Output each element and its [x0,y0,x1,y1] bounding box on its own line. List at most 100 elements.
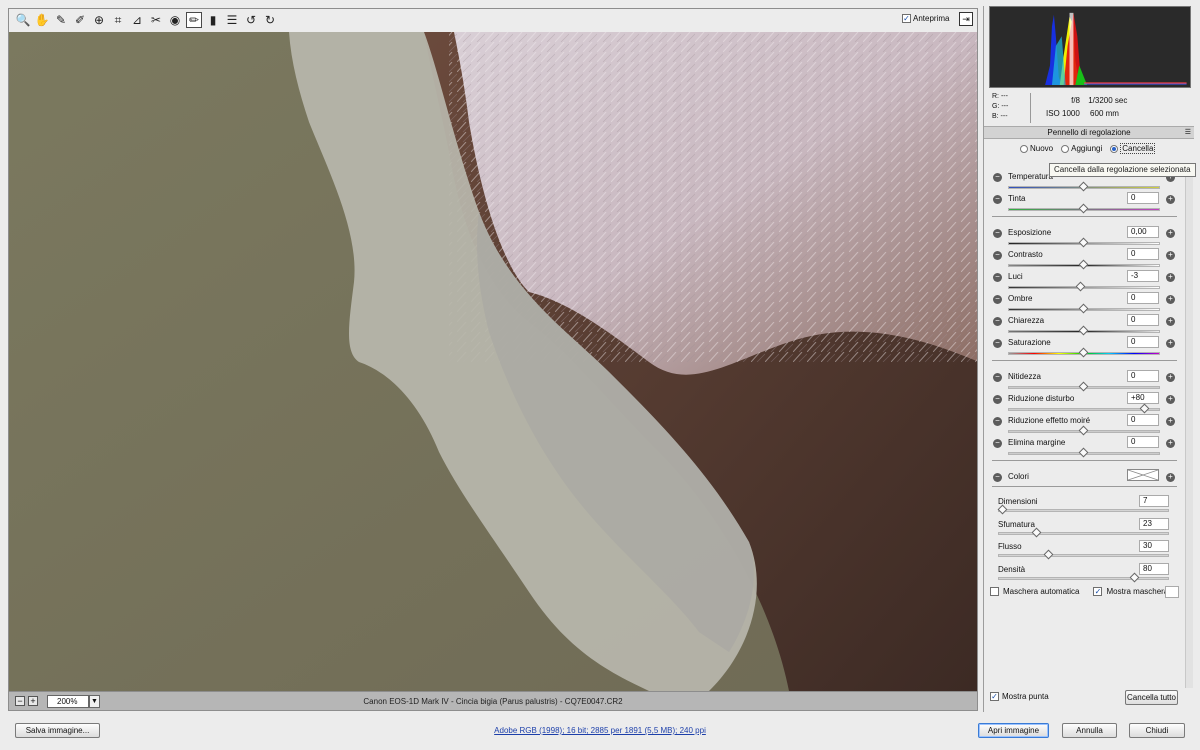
slider-thumb[interactable] [1078,381,1089,392]
mode-radio-aggiungi[interactable]: Aggiungi [1061,144,1102,153]
radio-dot[interactable] [1020,144,1028,153]
straighten-icon[interactable]: ⊿ [129,12,145,28]
decrease-icon[interactable]: − [993,173,1002,182]
image-preview[interactable] [8,32,978,691]
slider-value-field[interactable]: 0 [1127,292,1159,304]
graduated-filter-icon[interactable]: ▮ [205,12,221,28]
list-icon[interactable]: ☰ [224,12,240,28]
slider-thumb[interactable] [1031,527,1042,537]
slider-thumb[interactable] [1078,347,1089,358]
slider-track[interactable] [1008,408,1160,411]
increase-icon[interactable]: + [1166,273,1175,282]
slider-value-field[interactable]: -3 [1127,270,1159,282]
slider-thumb[interactable] [1078,237,1089,248]
mask-color-swatch[interactable] [1165,586,1179,598]
panel-menu-icon[interactable]: ☰ [1185,127,1191,138]
decrease-icon[interactable]: − [993,295,1002,304]
radio-dot[interactable] [1110,144,1119,153]
eyedropper-icon[interactable]: ✎ [53,12,69,28]
increase-icon[interactable]: + [1166,395,1175,404]
slider-track[interactable] [998,576,1169,580]
slider-track[interactable] [998,554,1169,557]
preview-checkbox-box[interactable]: ✓ [902,14,911,23]
decrease-icon[interactable]: − [993,473,1002,482]
red-eye-icon[interactable]: ◉ [167,12,183,28]
slider-thumb[interactable] [1075,281,1086,292]
slider-value-field[interactable]: 0 [1127,414,1159,426]
slider-value-field[interactable]: 0 [1127,336,1159,348]
slider-value-field[interactable]: 0 [1127,192,1159,204]
slider-value-field[interactable]: 0 [1127,370,1159,382]
increase-icon[interactable]: + [1166,317,1175,326]
auto-mask-checkbox[interactable] [990,587,999,596]
slider-thumb[interactable] [1078,425,1089,436]
slider-thumb[interactable] [997,504,1008,515]
slider-thumb[interactable] [1078,303,1089,314]
slider-thumb[interactable] [1078,325,1089,336]
radio-dot[interactable] [1061,144,1070,153]
color-sampler-icon[interactable]: ✐ [72,12,88,28]
panel-scrollbar[interactable] [1185,168,1193,688]
color-swatch[interactable] [1127,469,1159,481]
increase-icon[interactable]: + [1166,339,1175,348]
brush-value-field[interactable]: 23 [1139,517,1169,530]
spot-removal-icon[interactable]: ✂ [148,12,164,28]
rgb-readout: R: --- G: --- B: --- [992,92,1008,122]
slider-value-field[interactable]: +80 [1127,392,1159,404]
slider-value-field[interactable]: 0,00 [1127,226,1159,238]
slider-value-field[interactable]: 0 [1127,436,1159,448]
hand-icon[interactable]: ✋ [34,12,50,28]
slider-thumb[interactable] [1078,259,1089,270]
increase-icon[interactable]: + [1166,373,1175,382]
open-image-button[interactable]: Apri immagine [978,723,1049,738]
brush-value-field[interactable]: 80 [1139,562,1169,575]
slider-thumb[interactable] [1139,403,1150,414]
decrease-icon[interactable]: − [993,273,1002,282]
brush-value-field[interactable]: 30 [1139,540,1169,552]
slider-thumb[interactable] [1078,181,1089,192]
decrease-icon[interactable]: − [993,395,1002,404]
increase-icon[interactable]: + [1166,229,1175,238]
cancel-button[interactable]: Annulla [1062,723,1117,738]
slider-thumb[interactable] [1043,549,1054,560]
increase-icon[interactable]: + [1166,251,1175,260]
increase-icon[interactable]: + [1166,473,1175,482]
increase-icon[interactable]: + [1166,417,1175,426]
decrease-icon[interactable]: − [993,251,1002,260]
close-button[interactable]: Chiudi [1129,723,1185,738]
increase-icon[interactable]: + [1166,195,1175,204]
mode-radio-cancella[interactable]: Cancella [1110,143,1156,154]
mode-radio-nuovo[interactable]: Nuovo [1020,144,1053,153]
brush-icon[interactable]: ✏ [186,12,202,28]
increase-icon[interactable]: + [1166,439,1175,448]
clear-all-button[interactable]: Cancella tutto [1125,690,1178,705]
slider-thumb[interactable] [1078,447,1089,458]
magnifier-icon[interactable]: 🔍 [15,12,31,28]
slider-track[interactable] [998,509,1169,512]
show-pins-checkbox[interactable]: ✓ [990,692,999,701]
slider-thumb[interactable] [1129,572,1140,582]
show-mask-checkbox[interactable]: ✓ [1093,587,1103,596]
decrease-icon[interactable]: − [993,373,1002,382]
slider-label: Temperatura [1008,172,1053,181]
decrease-icon[interactable]: − [993,439,1002,448]
tooltip: Cancella dalla regolazione selezionata [1049,163,1196,177]
slider-value-field[interactable]: 0 [1127,314,1159,326]
decrease-icon[interactable]: − [993,195,1002,204]
decrease-icon[interactable]: − [993,317,1002,326]
rotate-left-icon[interactable]: ↺ [243,12,259,28]
slider-thumb[interactable] [1078,203,1089,214]
decrease-icon[interactable]: − [993,339,1002,348]
decrease-icon[interactable]: − [993,417,1002,426]
slider-value-field[interactable]: 0 [1127,248,1159,260]
increase-icon[interactable]: + [1166,295,1175,304]
fullscreen-toggle-icon[interactable]: ⇥ [959,12,973,26]
target-icon[interactable]: ⊕ [91,12,107,28]
decrease-icon[interactable]: − [993,229,1002,238]
auto-mask-label: Maschera automatica [1003,587,1080,596]
preview-checkbox[interactable]: ✓ Anteprima [902,14,949,23]
slider-track[interactable] [998,531,1169,535]
rotate-right-icon[interactable]: ↻ [262,12,278,28]
crop-icon[interactable]: ⌗ [110,12,126,28]
brush-value-field[interactable]: 7 [1139,495,1169,507]
